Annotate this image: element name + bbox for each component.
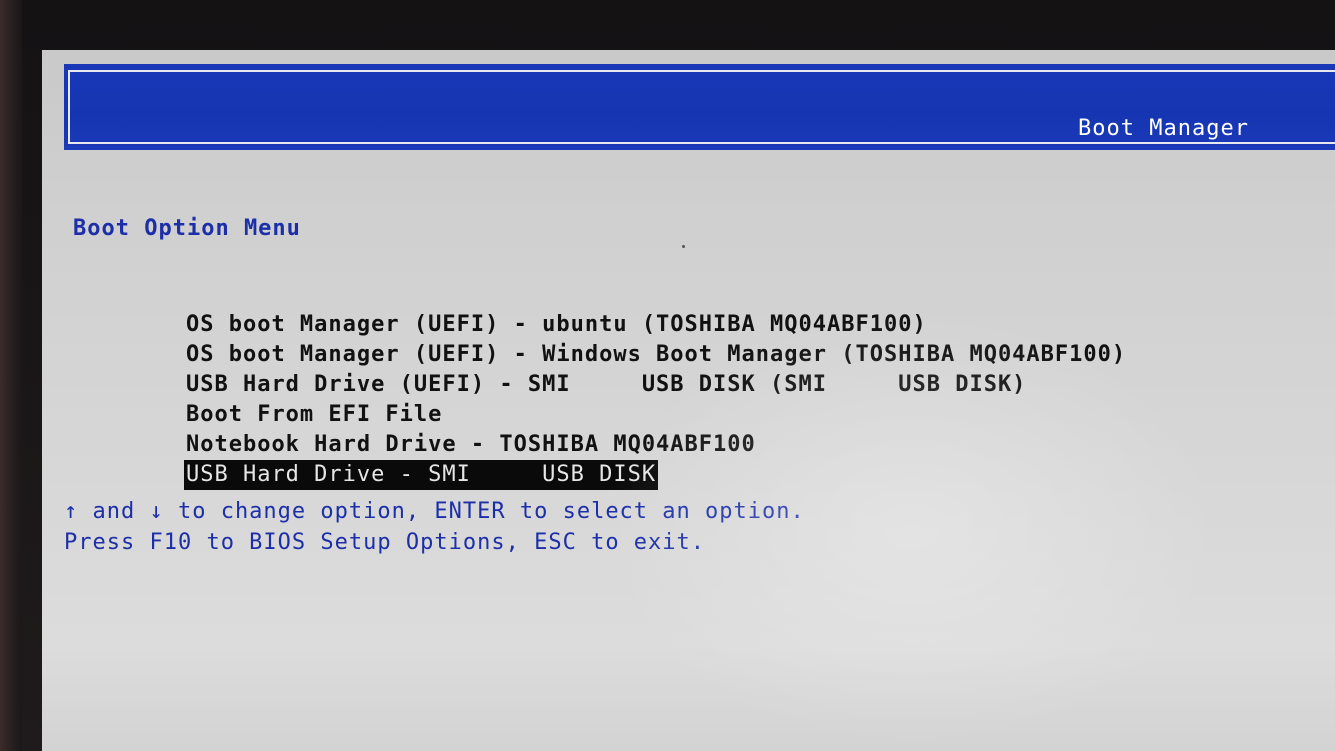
title-bar: Boot Manager xyxy=(64,64,1335,150)
boot-option-label: USB Hard Drive (UEFI) - SMI USB DISK (SM… xyxy=(185,372,1027,397)
boot-option-label: USB Hard Drive - SMI USB DISK xyxy=(183,460,659,490)
screen-speck xyxy=(682,245,685,248)
monitor-bezel xyxy=(0,0,22,751)
boot-option-label: Boot From EFI File xyxy=(185,402,443,427)
boot-option-label: OS boot Manager (UEFI) - ubuntu (TOSHIBA… xyxy=(185,312,927,337)
window-title: Boot Manager xyxy=(1078,116,1249,141)
help-text: ↑ and ↓ to change option, ENTER to selec… xyxy=(64,496,805,558)
boot-menu-heading: Boot Option Menu xyxy=(73,216,301,241)
boot-option-label: OS boot Manager (UEFI) - Windows Boot Ma… xyxy=(185,342,1127,367)
bios-screen: Boot Manager Boot Option Menu OS boot Ma… xyxy=(42,50,1335,751)
boot-option-label: Notebook Hard Drive - TOSHIBA MQ04ABF100 xyxy=(185,432,756,457)
help-navigation-text: ↑ and ↓ to change option, ENTER to selec… xyxy=(64,499,805,524)
monitor-frame: Boot Manager Boot Option Menu OS boot Ma… xyxy=(0,0,1335,751)
boot-options-list: OS boot Manager (UEFI) - ubuntu (TOSHIBA… xyxy=(70,280,1128,490)
boot-option-ubuntu[interactable]: OS boot Manager (UEFI) - ubuntu (TOSHIBA… xyxy=(70,280,1128,337)
help-exit-text: Press F10 to BIOS Setup Options, ESC to … xyxy=(64,530,706,555)
